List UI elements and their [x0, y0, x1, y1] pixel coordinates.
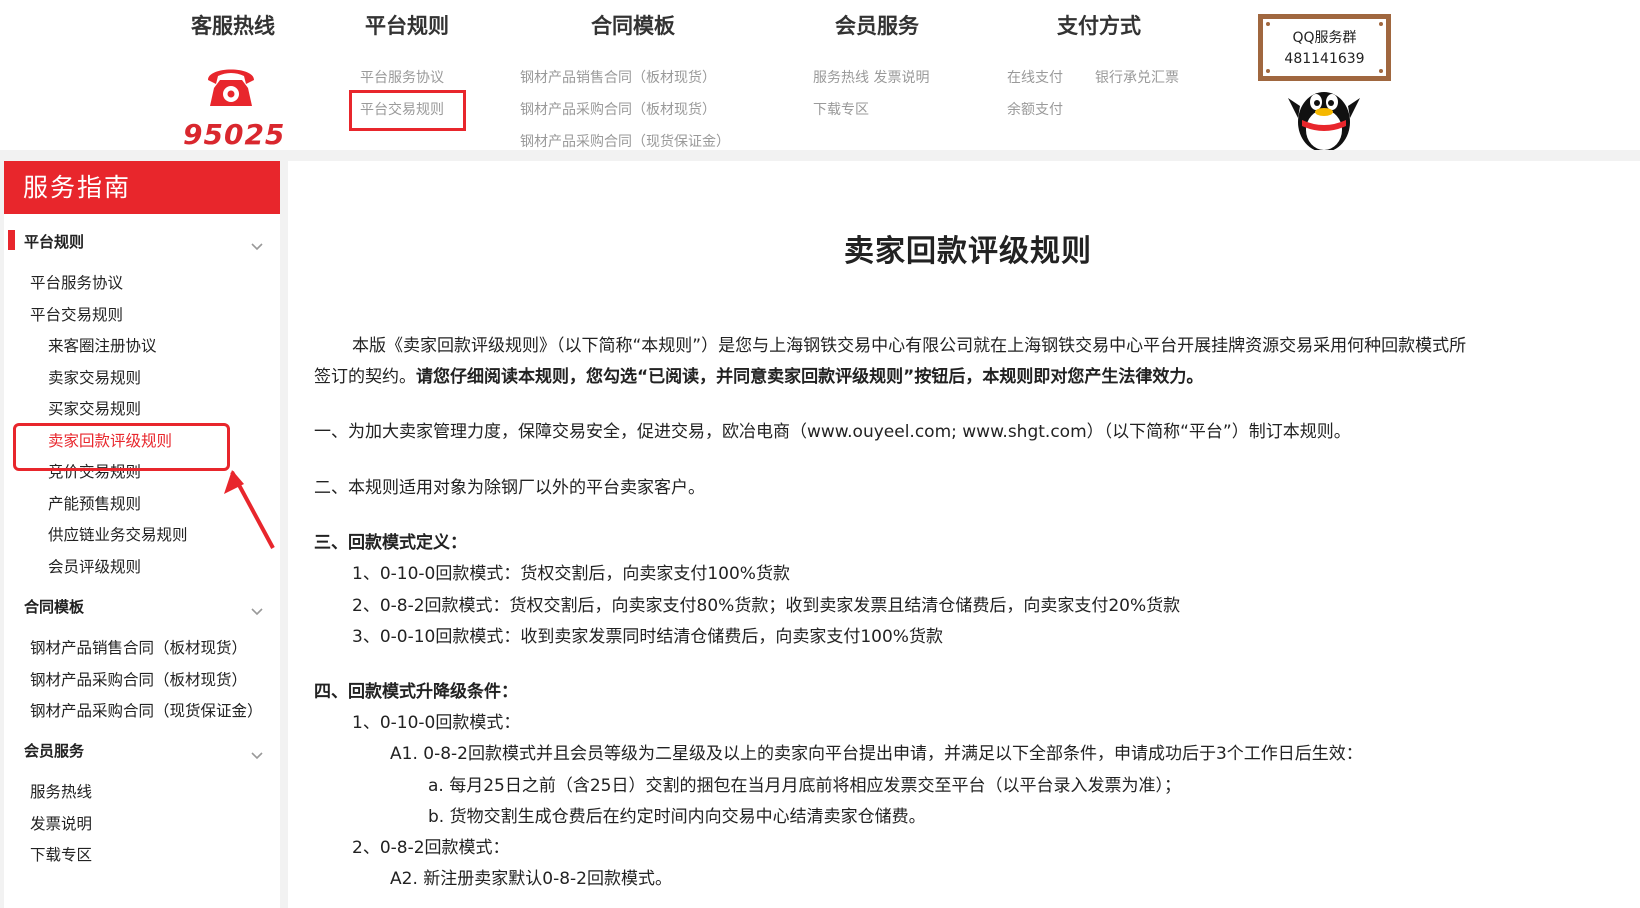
qq-group-number: 481141639 — [1284, 51, 1365, 67]
sidebar-item-sales-contract-plate[interactable]: 钢材产品销售合同（板材现货） — [30, 636, 247, 658]
nav-link-purchase-contract-plate[interactable]: 钢材产品采购合同（板材现货） — [520, 99, 716, 119]
sidebar-item-service-hotline[interactable]: 服务热线 — [30, 780, 92, 802]
intro-line-2-plain: 签订的契约。 — [314, 367, 416, 387]
hotline-number: 95025 — [183, 118, 286, 151]
sidebar-item-download-zone[interactable]: 下载专区 — [30, 843, 92, 865]
rule-item-4-title: 四、回款模式升降级条件： — [314, 682, 518, 702]
sidebar-item-platform-service-agreement[interactable]: 平台服务协议 — [30, 271, 123, 293]
hotline-title: 客服热线 — [191, 14, 275, 38]
rule-item-3-line-3: 3、0-0-10回款模式：收到卖家发票同时结清仓储费后，向卖家支付100%货款 — [352, 627, 943, 647]
rule-item-4-a1-a: a. 每月25日之前（含25日）交割的捆包在当月月底前将相应发票交至平台（以平台… — [428, 776, 1181, 796]
rule-item-4-line-1: 1、0-10-0回款模式： — [352, 713, 521, 733]
intro-line-1: 本版《卖家回款评级规则》（以下简称“本规则”）是您与上海钢铁交易中心有限公司就在… — [352, 336, 1467, 356]
nav-link-platform-service-agreement[interactable]: 平台服务协议 — [360, 67, 444, 87]
qq-group-sign[interactable]: QQ服务群 481141639 — [1258, 14, 1391, 81]
contract-templates-title: 合同模板 — [591, 14, 675, 38]
nav-link-online-payment[interactable]: 在线支付 — [1007, 67, 1063, 87]
rule-item-4-a2: A2. 新注册卖家默认0-8-2回款模式。 — [390, 869, 672, 889]
document-title: 卖家回款评级规则 — [844, 234, 1092, 269]
payment-title: 支付方式 — [1057, 14, 1141, 38]
rule-item-2: 二、本规则适用对象为除钢厂以外的平台卖家客户。 — [314, 478, 705, 498]
highlight-box-active-item — [13, 423, 230, 471]
rule-item-1: 一、为加大卖家管理力度，保障交易安全，促进交易，欧冶电商（www.ouyeel.… — [314, 422, 1351, 442]
sidebar-item-seller-trading-rules[interactable]: 卖家交易规则 — [48, 366, 141, 388]
sidebar-header: 服务指南 — [4, 161, 280, 214]
top-navigation: 客服热线 95025 平台规则 平台服务协议 平台交易规则 合同模板 钢材产品销… — [0, 0, 1640, 152]
nav-link-download-zone[interactable]: 下载专区 — [813, 99, 869, 119]
platform-rules-title: 平台规则 — [365, 14, 449, 38]
sidebar-item-purchase-contract-deposit[interactable]: 钢材产品采购合同（现货保证金） — [30, 699, 263, 721]
telephone-icon — [200, 58, 262, 114]
nav-link-purchase-contract-deposit[interactable]: 钢材产品采购合同（现货保证金） — [520, 131, 730, 151]
sidebar-item-member-rating-rules[interactable]: 会员评级规则 — [48, 555, 141, 577]
rule-item-4-a1: A1. 0-8-2回款模式并且会员等级为二星级及以上的卖家向平台提出申请，并满足… — [390, 744, 1363, 764]
sidebar-item-buyer-trading-rules[interactable]: 买家交易规则 — [48, 397, 141, 419]
sidebar-item-capacity-presale-rules[interactable]: 产能预售规则 — [48, 492, 141, 514]
qq-penguin-icon — [1284, 78, 1364, 152]
sidebar-item-supply-chain-rules[interactable]: 供应链业务交易规则 — [48, 523, 188, 545]
intro-line-2-bold: 请您仔细阅读本规则，您勾选“已阅读，并同意卖家回款评级规则”按钮后，本规则即对您… — [416, 367, 1204, 387]
annotation-arrow-icon — [224, 470, 275, 549]
rule-item-4-line-2: 2、0-8-2回款模式： — [352, 838, 510, 858]
sidebar-item-platform-trading-rules[interactable]: 平台交易规则 — [30, 303, 123, 325]
rule-item-4-a1-b: b. 货物交割生成仓费后在约定时间内向交易中心结清卖家仓储费。 — [428, 807, 926, 827]
rule-item-3-line-1: 1、0-10-0回款模式：货权交割后，向卖家支付100%货款 — [352, 564, 790, 584]
sidebar-section-platform-rules[interactable]: 平台规则 — [24, 231, 84, 252]
chevron-down-icon[interactable] — [250, 746, 264, 760]
qq-group-label: QQ服务群 — [1292, 30, 1357, 46]
nav-link-bank-acceptance[interactable]: 银行承兑汇票 — [1095, 67, 1179, 87]
main-content: 卖家回款评级规则 本版《卖家回款评级规则》（以下简称“本规则”）是您与上海钢铁交… — [288, 161, 1640, 908]
intro-line-2: 签订的契约。请您仔细阅读本规则，您勾选“已阅读，并同意卖家回款评级规则”按钮后，… — [314, 362, 1203, 387]
sidebar-item-laike-registration[interactable]: 来客圈注册协议 — [48, 334, 157, 356]
rule-item-3-title: 三、回款模式定义： — [314, 533, 467, 553]
nav-link-sales-contract-plate[interactable]: 钢材产品销售合同（板材现货） — [520, 67, 716, 87]
highlight-box-platform-trading-rules — [349, 90, 466, 131]
member-service-title: 会员服务 — [835, 14, 919, 38]
sidebar-item-invoice-notes[interactable]: 发票说明 — [30, 812, 92, 834]
rule-item-3-line-2: 2、0-8-2回款模式：货权交割后，向卖家支付80%货款；收到卖家发票且结清仓储… — [352, 596, 1181, 616]
sidebar-section-member-service[interactable]: 会员服务 — [24, 740, 84, 761]
active-section-marker — [8, 230, 15, 250]
sidebar-item-purchase-contract-plate[interactable]: 钢材产品采购合同（板材现货） — [30, 668, 247, 690]
chevron-down-icon[interactable] — [250, 602, 264, 616]
nav-link-service-hotline-invoice[interactable]: 服务热线 发票说明 — [813, 67, 929, 87]
chevron-down-icon[interactable] — [250, 237, 264, 251]
nav-link-balance-payment[interactable]: 余额支付 — [1007, 99, 1063, 119]
sidebar-section-contract-templates[interactable]: 合同模板 — [24, 596, 84, 617]
